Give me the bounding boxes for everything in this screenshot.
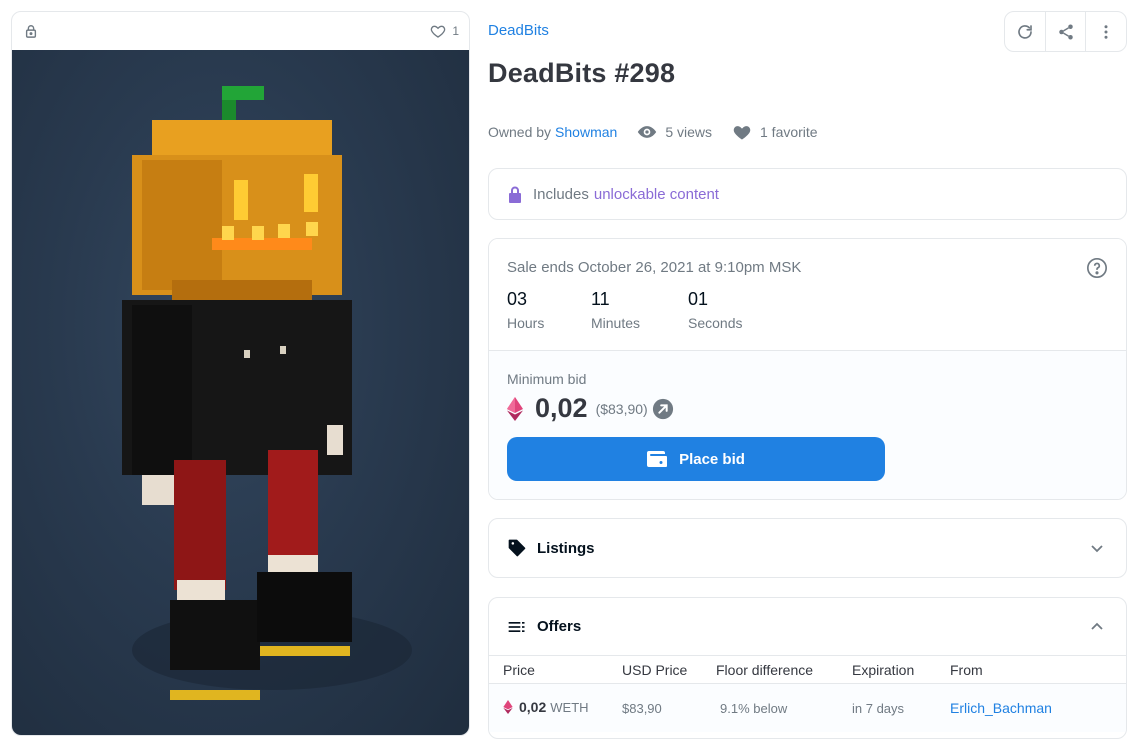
- refresh-icon: [1018, 24, 1032, 39]
- offer-from-link[interactable]: Erlich_Bachman: [950, 700, 1052, 716]
- table-row: 0,02 WETH $83,90 9.1% below in 7 days Er…: [489, 684, 1126, 732]
- sale-timer-section: Sale ends October 26, 2021 at 9:10pm MSK…: [489, 239, 1126, 351]
- listings-header[interactable]: Listings: [489, 519, 1126, 577]
- owner-link[interactable]: Showman: [555, 124, 617, 140]
- offer-expiration: in 7 days: [852, 701, 905, 716]
- sale-panel: Sale ends October 26, 2021 at 9:10pm MSK…: [488, 238, 1127, 500]
- bid-section: Minimum bid 0,02 ($83,90) Place bid: [489, 351, 1126, 499]
- countdown-hours: 03 Hours: [507, 289, 591, 331]
- pumpkin-head-character-illustration: [122, 86, 412, 700]
- unlockable-prefix: Includes: [533, 185, 589, 203]
- place-bid-label: Place bid: [679, 450, 745, 468]
- countdown-seconds: 01 Seconds: [688, 289, 742, 331]
- countdown-label: Minutes: [591, 315, 641, 331]
- favorites-count[interactable]: 1 favorite: [732, 122, 818, 142]
- more-button[interactable]: [1086, 12, 1126, 51]
- place-bid-button[interactable]: Place bid: [507, 437, 885, 481]
- offers-panel: Offers Price USD Price Floor difference …: [488, 597, 1127, 739]
- nft-image[interactable]: [12, 50, 469, 735]
- views-label: 5 views: [665, 124, 712, 140]
- wallet-icon: [647, 451, 668, 467]
- offer-usd: $83,90: [622, 701, 662, 716]
- listings-title: Listings: [537, 539, 595, 557]
- current-price: 0,02: [535, 393, 588, 423]
- offer-amount: 0,02: [519, 699, 547, 715]
- favorite-button[interactable]: 1: [430, 23, 459, 39]
- countdown: 03 Hours 11 Minutes 01 Seconds: [507, 289, 742, 331]
- heart-outline-icon: [431, 25, 446, 38]
- table-header-row: Price USD Price Floor difference Expirat…: [489, 656, 1126, 684]
- countdown-label: Seconds: [688, 315, 743, 331]
- price-row: 0,02 ($83,90): [507, 393, 674, 424]
- favorites-label: 1 favorite: [760, 124, 818, 140]
- refresh-button[interactable]: [1005, 12, 1046, 51]
- chevron-up-icon: [1091, 622, 1103, 630]
- asset-toolbar: [1004, 11, 1127, 52]
- countdown-value: 03: [507, 289, 528, 309]
- offers-table: Price USD Price Floor difference Expirat…: [489, 656, 1126, 732]
- asset-title: DeadBits #298: [488, 58, 676, 88]
- owned-by-label: Owned by: [488, 124, 552, 140]
- share-button[interactable]: [1046, 12, 1087, 51]
- views-count: 5 views: [637, 122, 712, 142]
- tag-icon: [508, 539, 526, 557]
- minimum-bid-label: Minimum bid: [507, 371, 587, 387]
- offers-title: Offers: [537, 618, 582, 635]
- lock-filled-icon: [509, 186, 521, 203]
- collection-link[interactable]: DeadBits: [488, 22, 549, 39]
- help-circle-icon[interactable]: [1086, 257, 1108, 279]
- column-header: Price: [503, 662, 535, 678]
- favorite-count: 1: [452, 24, 459, 38]
- eth-icon: [507, 396, 523, 421]
- more-vertical-icon: [1104, 24, 1108, 39]
- column-header: From: [950, 662, 983, 678]
- listings-panel: Listings: [488, 518, 1127, 578]
- column-header: Expiration: [852, 662, 915, 678]
- column-header: USD Price: [622, 662, 688, 678]
- unlockable-content-link[interactable]: unlockable content: [594, 186, 719, 203]
- price-usd: ($83,90): [595, 400, 648, 417]
- sale-ends-text: Sale ends October 26, 2021 at 9:10pm MSK: [507, 259, 802, 276]
- countdown-value: 11: [591, 289, 610, 309]
- share-icon: [1058, 24, 1073, 39]
- asset-meta-row: Owned by Showman 5 views 1 favorite: [488, 122, 818, 142]
- asset-media-card: 1: [11, 11, 470, 736]
- offer-price-cell: 0,02 WETH: [503, 699, 589, 715]
- offer-floor-difference: 9.1% below: [720, 701, 788, 716]
- column-header: Floor difference: [716, 662, 814, 678]
- list-icon: [508, 621, 525, 632]
- eth-icon: [503, 700, 513, 714]
- offer-currency: WETH: [550, 699, 589, 715]
- media-header: 1: [12, 12, 469, 50]
- external-link-arrow-icon[interactable]: [652, 398, 674, 420]
- countdown-label: Hours: [507, 315, 545, 331]
- countdown-value: 01: [688, 289, 709, 309]
- lock-icon: [24, 24, 38, 38]
- heart-icon: [733, 126, 751, 140]
- unlockable-content-box: Includes unlockable content: [488, 168, 1127, 220]
- eye-icon: [638, 126, 657, 138]
- countdown-minutes: 11 Minutes: [591, 289, 688, 331]
- chevron-down-icon: [1091, 545, 1103, 553]
- offers-header[interactable]: Offers: [489, 598, 1126, 656]
